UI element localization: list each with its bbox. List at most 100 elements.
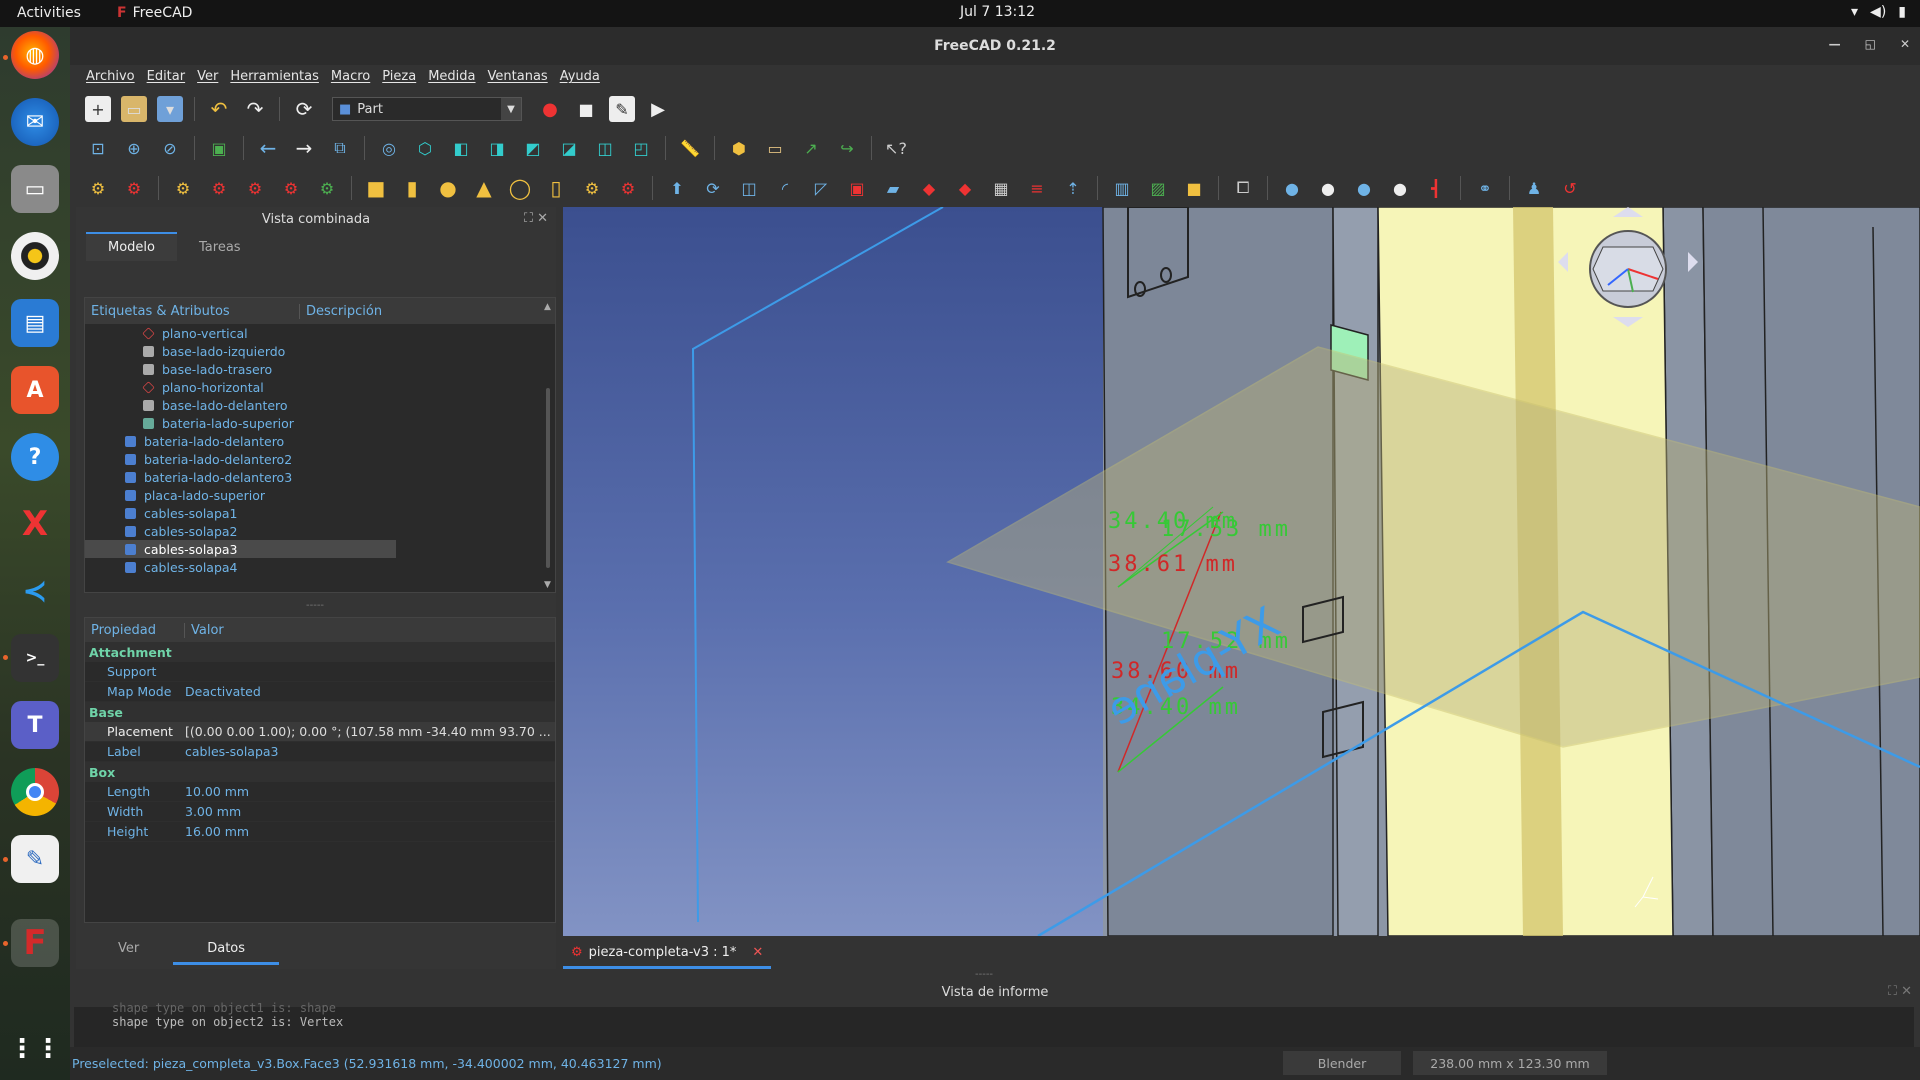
- join-icon[interactable]: ⚭: [1472, 175, 1498, 201]
- group-box[interactable]: Box: [85, 762, 555, 782]
- loft-icon[interactable]: ◆: [916, 175, 942, 201]
- files-icon[interactable]: ▭: [11, 165, 59, 213]
- boolean-icon[interactable]: ●: [1279, 175, 1305, 201]
- terminal-icon[interactable]: >_: [11, 634, 59, 682]
- refresh-icon[interactable]: ⟳: [291, 96, 317, 122]
- menu-editar[interactable]: Editar: [141, 65, 192, 87]
- back-icon[interactable]: ←: [255, 135, 281, 161]
- torus-icon[interactable]: ◯: [507, 175, 533, 201]
- common-icon[interactable]: ●: [1387, 175, 1413, 201]
- tree-item[interactable]: bateria-lado-delantero3: [85, 468, 555, 486]
- macro-edit-icon[interactable]: ✎: [609, 96, 635, 122]
- tree-item[interactable]: placa-lado-superior: [85, 486, 555, 504]
- tab-data-props[interactable]: Datos: [173, 935, 280, 965]
- whats-this-icon[interactable]: ↖?: [883, 135, 909, 161]
- text-editor-icon[interactable]: ✎: [11, 835, 59, 883]
- cross-sections-icon[interactable]: ≡: [1024, 175, 1050, 201]
- tab-tasks[interactable]: Tareas: [177, 234, 263, 261]
- prop-support[interactable]: Support: [85, 662, 555, 682]
- tree-col-description[interactable]: Descripción: [300, 304, 382, 319]
- fuse-icon[interactable]: ●: [1351, 175, 1377, 201]
- tree-item[interactable]: plano-horizontal: [85, 378, 555, 396]
- std-views-icon[interactable]: ◎: [376, 135, 402, 161]
- tab-view-props[interactable]: Ver: [84, 935, 173, 965]
- tree-item[interactable]: cables-solapa3: [85, 540, 396, 558]
- isometric-icon[interactable]: ⬡: [412, 135, 438, 161]
- prop-width[interactable]: Width 3.00 mm: [85, 802, 555, 822]
- help-icon[interactable]: ?: [11, 433, 59, 481]
- group-base[interactable]: Base: [85, 702, 555, 722]
- primitives-icon[interactable]: ⚙: [579, 175, 605, 201]
- chrome-icon[interactable]: [11, 768, 59, 816]
- tube-icon[interactable]: ▯: [543, 175, 569, 201]
- close-icon[interactable]: ✕: [752, 945, 763, 960]
- menu-macro[interactable]: Macro: [325, 65, 376, 87]
- bounding-box-icon[interactable]: ▣: [206, 135, 232, 161]
- group-icon[interactable]: ▭: [762, 135, 788, 161]
- prop-label[interactable]: Label cables-solapa3: [85, 742, 555, 762]
- tree-item[interactable]: bateria-lado-delantero2: [85, 450, 555, 468]
- model-tree[interactable]: Etiquetas & Atributos Descripción plano-…: [84, 297, 556, 593]
- prop-placement[interactable]: Placement [(0.00 0.00 1.00); 0.00 °; (107…: [85, 722, 555, 742]
- attachment-icon[interactable]: ⚙: [85, 175, 111, 201]
- redo-icon[interactable]: ↷: [242, 96, 268, 122]
- sweep-icon[interactable]: ◆: [952, 175, 978, 201]
- thickness-icon[interactable]: ▥: [1109, 175, 1135, 201]
- link-make-icon[interactable]: ↗: [798, 135, 824, 161]
- macro-stop-icon[interactable]: ■: [573, 96, 599, 122]
- menu-medida[interactable]: Medida: [422, 65, 481, 87]
- compound-icon[interactable]: ⧠: [1230, 175, 1256, 201]
- thunderbird-icon[interactable]: ✉: [11, 98, 59, 146]
- tree-item[interactable]: plano-vertical: [85, 324, 555, 342]
- check-geometry-icon[interactable]: ♟: [1521, 175, 1547, 201]
- chamfer-icon[interactable]: ◸: [808, 175, 834, 201]
- menu-archivo[interactable]: Archivo: [80, 65, 141, 87]
- defeaturing-icon[interactable]: ↺: [1557, 175, 1583, 201]
- xournal-icon[interactable]: X: [11, 500, 59, 548]
- tree-scrollbar[interactable]: ▲ ▼: [543, 298, 553, 592]
- measure-linear-icon[interactable]: ⚙: [170, 175, 196, 201]
- workbench-selector[interactable]: ■ Part ▼: [332, 97, 522, 121]
- make-face-icon[interactable]: ▣: [844, 175, 870, 201]
- measure-clear-icon[interactable]: ⚙: [278, 175, 304, 201]
- document-tab[interactable]: ⚙ pieza-completa-v3 : 1* ✕: [563, 939, 772, 969]
- measure-angular-icon[interactable]: ⚙: [206, 175, 232, 201]
- tree-item[interactable]: base-lado-izquierdo: [85, 342, 555, 360]
- tree-col-labels[interactable]: Etiquetas & Atributos: [85, 303, 300, 319]
- open-icon[interactable]: ▭: [121, 96, 147, 122]
- prop-height[interactable]: Height 16.00 mm: [85, 822, 555, 842]
- tab-model[interactable]: Modelo: [86, 232, 177, 261]
- vscode-icon[interactable]: ≺: [11, 567, 59, 615]
- mirror-icon[interactable]: ◫: [736, 175, 762, 201]
- rear-view-icon[interactable]: ◪: [556, 135, 582, 161]
- forward-icon[interactable]: →: [291, 135, 317, 161]
- left-view-icon[interactable]: ◰: [628, 135, 654, 161]
- close-icon[interactable]: ⛶ ✕: [1888, 984, 1912, 999]
- measure-refresh-icon[interactable]: ⚙: [242, 175, 268, 201]
- cone-icon[interactable]: ▲: [471, 175, 497, 201]
- macro-record-icon[interactable]: ●: [537, 96, 563, 122]
- tree-item[interactable]: cables-solapa4: [85, 558, 555, 576]
- front-view-icon[interactable]: ◧: [448, 135, 474, 161]
- measure-toggle-icon[interactable]: ⚙: [314, 175, 340, 201]
- navigation-style-button[interactable]: Blender: [1283, 1051, 1401, 1075]
- cut-icon[interactable]: ●: [1315, 175, 1341, 201]
- tree-item[interactable]: bateria-lado-superior: [85, 414, 555, 432]
- prop-length[interactable]: Length 10.00 mm: [85, 782, 555, 802]
- shape-builder-icon[interactable]: ⚙: [615, 175, 641, 201]
- libreoffice-writer-icon[interactable]: ▤: [11, 299, 59, 347]
- tree-item[interactable]: base-lado-delantero: [85, 396, 555, 414]
- prop-map-mode[interactable]: Map Mode Deactivated: [85, 682, 555, 702]
- save-icon[interactable]: ▾: [157, 96, 183, 122]
- tree-item[interactable]: cables-solapa1: [85, 504, 555, 522]
- tree-item[interactable]: bateria-lado-delantero: [85, 432, 555, 450]
- tree-item[interactable]: base-lado-trasero: [85, 360, 555, 378]
- property-editor[interactable]: Propiedad Valor Attachment Support Map M…: [84, 617, 556, 923]
- bottom-view-icon[interactable]: ◫: [592, 135, 618, 161]
- ruled-surface-icon[interactable]: ▰: [880, 175, 906, 201]
- fit-selection-icon[interactable]: ⊕: [121, 135, 147, 161]
- new-document-icon[interactable]: +: [85, 96, 111, 122]
- window-titlebar[interactable]: FreeCAD 0.21.2 — ◱ ✕: [70, 27, 1920, 65]
- offset-icon[interactable]: ⇡: [1060, 175, 1086, 201]
- link-icon[interactable]: ⧉: [327, 135, 353, 161]
